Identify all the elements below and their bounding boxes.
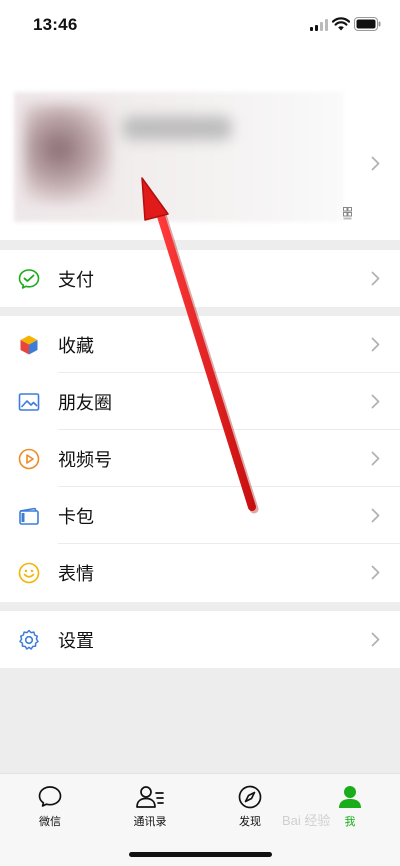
menu-item-label: 收藏 (58, 336, 94, 356)
sticker-smile-icon (18, 562, 40, 584)
home-indicator[interactable] (129, 852, 272, 857)
tab-contacts[interactable]: 通讯录 (120, 784, 180, 834)
profile-header[interactable] (0, 50, 400, 240)
tab-discover[interactable]: 发现 (220, 784, 280, 834)
menu-item-label: 支付 (58, 270, 94, 290)
menu-item-label: 卡包 (58, 507, 94, 527)
channels-play-icon (18, 448, 40, 470)
menu-item-card-pack[interactable]: 卡包 (0, 487, 400, 544)
chevron-right-icon (371, 508, 380, 523)
chevron-right-icon (371, 565, 380, 580)
menu-item-favorites[interactable]: 收藏 (0, 316, 400, 373)
pay-section: 支付 (0, 250, 400, 307)
settings-section: 设置 (0, 611, 400, 668)
chevron-right-icon (371, 156, 380, 171)
card-wallet-icon (19, 507, 39, 525)
settings-gear-icon (19, 629, 39, 650)
status-bar: 13:46 (0, 0, 400, 50)
menu-item-label: 表情 (58, 564, 94, 584)
chevron-right-icon (371, 271, 380, 286)
pay-icon (18, 269, 40, 289)
cellular-signal-icon (310, 19, 328, 31)
wifi-icon (332, 17, 350, 31)
tab-chats[interactable]: 微信 (20, 784, 80, 834)
chevron-right-icon (371, 394, 380, 409)
battery-icon (354, 17, 381, 31)
chevron-right-icon (371, 632, 380, 647)
status-time: 13:46 (33, 15, 78, 34)
menu-item-label: 朋友圈 (58, 393, 112, 413)
avatar[interactable] (24, 104, 112, 204)
menu-item-label: 视频号 (58, 450, 112, 470)
tab-label: 发现 (239, 816, 261, 828)
tab-label: 通讯录 (133, 816, 167, 828)
chat-bubble-icon (38, 786, 62, 807)
menu-item-stickers[interactable]: 表情 (0, 544, 400, 601)
services-section: 收藏 朋友圈 视频号 卡包 表情 (0, 316, 400, 602)
qr-code-icon[interactable] (343, 207, 352, 221)
menu-item-settings[interactable]: 设置 (0, 611, 400, 668)
favorites-cube-icon (20, 335, 38, 355)
contacts-icon (136, 786, 164, 808)
menu-item-pay[interactable]: 支付 (0, 250, 400, 307)
tab-label: 微信 (39, 816, 61, 828)
compass-icon (238, 785, 262, 809)
menu-item-moments[interactable]: 朋友圈 (0, 373, 400, 430)
menu-item-channels[interactable]: 视频号 (0, 430, 400, 487)
chevron-right-icon (371, 337, 380, 352)
watermark: Bai 经验 (282, 813, 331, 828)
menu-item-label: 设置 (58, 631, 94, 651)
profile-person-icon (339, 786, 361, 808)
moments-image-icon (18, 393, 40, 411)
chevron-right-icon (371, 451, 380, 466)
profile-name-blurred (122, 116, 232, 140)
